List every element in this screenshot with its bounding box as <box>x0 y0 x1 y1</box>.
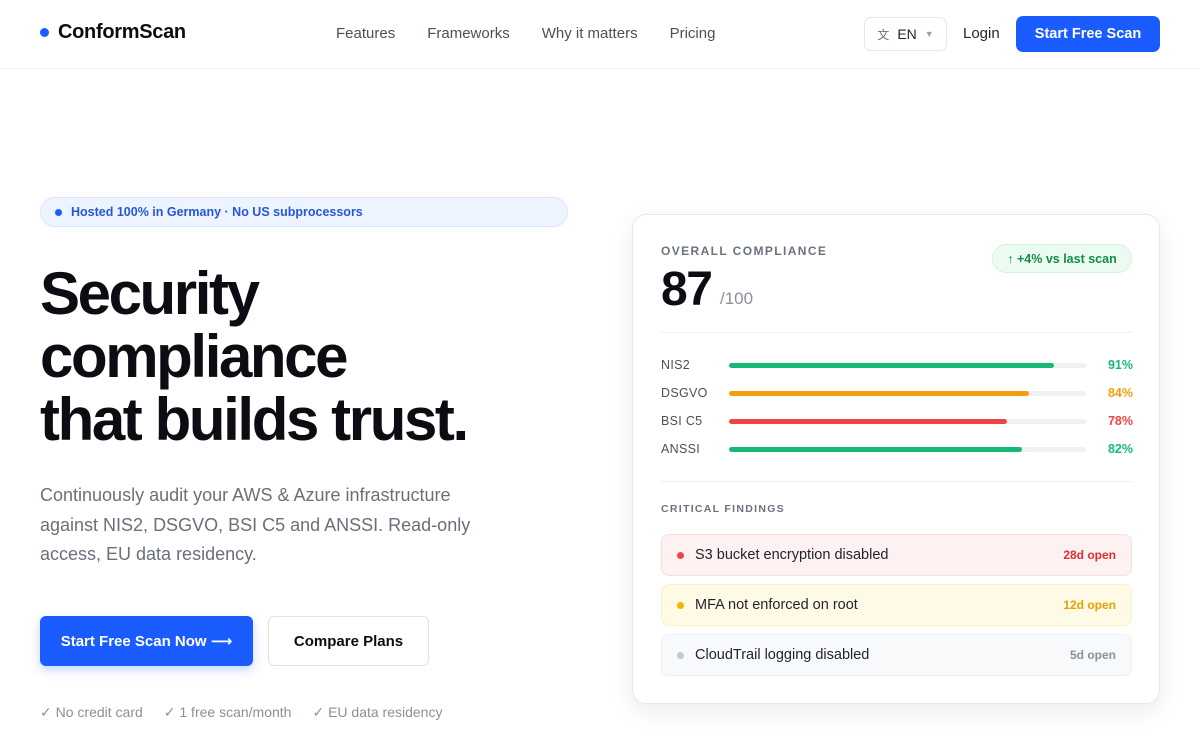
nav-link-why-it-matters[interactable]: Why it matters <box>542 25 638 42</box>
finding-row[interactable]: S3 bucket encryption disabled 28d open <box>661 534 1132 576</box>
badge-text: Hosted 100% in Germany · No US subproces… <box>71 205 363 219</box>
framework-bar-fill <box>729 418 1008 424</box>
start-free-scan-button[interactable]: Start Free Scan <box>1016 16 1160 52</box>
overall-compliance-label: OVERALL COMPLIANCE <box>661 244 828 258</box>
finding-title: S3 bucket encryption disabled <box>695 547 889 563</box>
critical-findings-label: CRITICAL FINDINGS <box>661 503 785 515</box>
perk-no-credit-card: ✓ No credit card <box>40 704 143 720</box>
framework-bar-track <box>729 362 1086 368</box>
finding-title: MFA not enforced on root <box>695 597 858 613</box>
framework-row-dsgvo: DSGVO 84% <box>661 383 1133 403</box>
framework-name: NIS2 <box>661 358 690 372</box>
framework-name: DSGVO <box>661 386 708 400</box>
language-label: EN <box>897 26 917 42</box>
card-divider <box>661 481 1133 482</box>
nav-link-features[interactable]: Features <box>336 25 395 42</box>
logo[interactable]: ConformScan <box>40 21 186 44</box>
logo-dot-icon <box>40 28 49 37</box>
headline-line-3: that builds trust. <box>40 386 469 453</box>
framework-bar-track <box>729 390 1086 396</box>
compliance-card: OVERALL COMPLIANCE 87 /100 ↑ +4% vs last… <box>632 214 1160 704</box>
severity-dot-icon <box>677 551 684 559</box>
framework-row-nis2: NIS2 91% <box>661 355 1133 375</box>
compliance-score: 87 <box>661 263 713 316</box>
finding-age: 5d open <box>1069 648 1116 662</box>
framework-bar-track <box>729 446 1086 452</box>
hero-headline: Security compliance that builds trust. <box>40 260 469 453</box>
framework-percent: 84% <box>1107 386 1133 400</box>
top-nav: ConformScan Features Frameworks Why it m… <box>0 0 1200 69</box>
framework-row-anssi: ANSSI 82% <box>661 439 1133 459</box>
compare-plans-button[interactable]: Compare Plans <box>268 616 429 666</box>
hosting-badge: Hosted 100% in Germany · No US subproces… <box>40 197 568 227</box>
perks-list: ✓ No credit card ✓ 1 free scan/month ✓ E… <box>40 704 442 721</box>
translate-icon: 文 <box>877 27 890 42</box>
framework-percent: 82% <box>1107 442 1133 456</box>
language-selector[interactable]: 文 EN ▼ <box>864 17 947 51</box>
nav-link-frameworks[interactable]: Frameworks <box>427 25 510 42</box>
perk-free-scan: ✓ 1 free scan/month <box>163 704 292 720</box>
headline-line-1: Security <box>40 260 260 327</box>
headline-line-2: compliance <box>40 323 349 390</box>
logo-text: ConformScan <box>58 21 186 43</box>
severity-dot-icon <box>677 651 684 659</box>
framework-name: BSI C5 <box>661 414 703 428</box>
start-free-scan-now-button[interactable]: Start Free Scan Now ⟶ <box>40 616 253 666</box>
finding-row[interactable]: CloudTrail logging disabled 5d open <box>661 634 1132 676</box>
framework-bar-fill <box>729 390 1029 396</box>
compliance-score-max: /100 <box>720 289 754 308</box>
nav-links: Features Frameworks Why it matters Prici… <box>336 25 715 42</box>
finding-age: 12d open <box>1063 598 1116 612</box>
hero-subtitle: Continuously audit your AWS & Azure infr… <box>40 485 471 564</box>
framework-percent: 78% <box>1107 414 1133 428</box>
perk-eu-residency: ✓ EU data residency <box>312 704 443 720</box>
framework-name: ANSSI <box>661 442 701 456</box>
score-delta-badge: ↑ +4% vs last scan <box>992 244 1132 273</box>
chevron-down-icon: ▼ <box>924 29 934 39</box>
framework-bar-track <box>729 418 1086 424</box>
finding-row[interactable]: MFA not enforced on root 12d open <box>661 584 1132 626</box>
framework-bar-fill <box>729 362 1054 368</box>
badge-dot-icon <box>55 208 62 216</box>
framework-percent: 91% <box>1107 358 1133 372</box>
nav-link-pricing[interactable]: Pricing <box>670 25 716 42</box>
severity-dot-icon <box>677 601 684 609</box>
finding-title: CloudTrail logging disabled <box>695 647 870 663</box>
framework-row-bsi-c5: BSI C5 78% <box>661 411 1133 431</box>
finding-age: 28d open <box>1063 548 1116 562</box>
login-link[interactable]: Login <box>963 25 1000 42</box>
framework-bar-fill <box>729 446 1022 452</box>
card-divider <box>661 332 1133 333</box>
